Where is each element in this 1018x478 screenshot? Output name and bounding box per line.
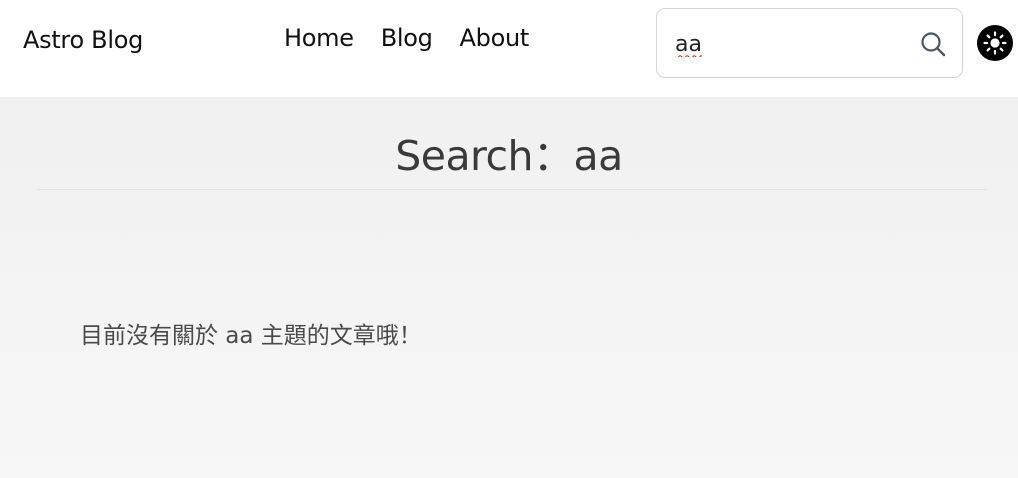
main-content: Search：aa 目前沒有關於 aa 主題的文章哦！ xyxy=(0,97,1018,478)
site-header: Astro Blog Home Blog About xyxy=(0,0,1018,97)
nav-about[interactable]: About xyxy=(460,24,530,52)
divider xyxy=(37,189,987,190)
site-logo[interactable]: Astro Blog xyxy=(23,26,143,54)
theme-toggle-button[interactable] xyxy=(977,25,1013,61)
nav-blog[interactable]: Blog xyxy=(381,24,433,52)
search-input[interactable] xyxy=(675,29,905,59)
search-box xyxy=(656,8,963,78)
main-nav: Home Blog About xyxy=(284,24,529,52)
empty-results-message: 目前沒有關於 aa 主題的文章哦！ xyxy=(80,323,422,349)
page: Astro Blog Home Blog About aa Search：aa … xyxy=(0,0,1018,478)
page-title: Search：aa xyxy=(395,132,623,180)
search-icon[interactable] xyxy=(920,31,946,57)
sun-icon xyxy=(983,31,1007,55)
nav-home[interactable]: Home xyxy=(284,24,354,52)
